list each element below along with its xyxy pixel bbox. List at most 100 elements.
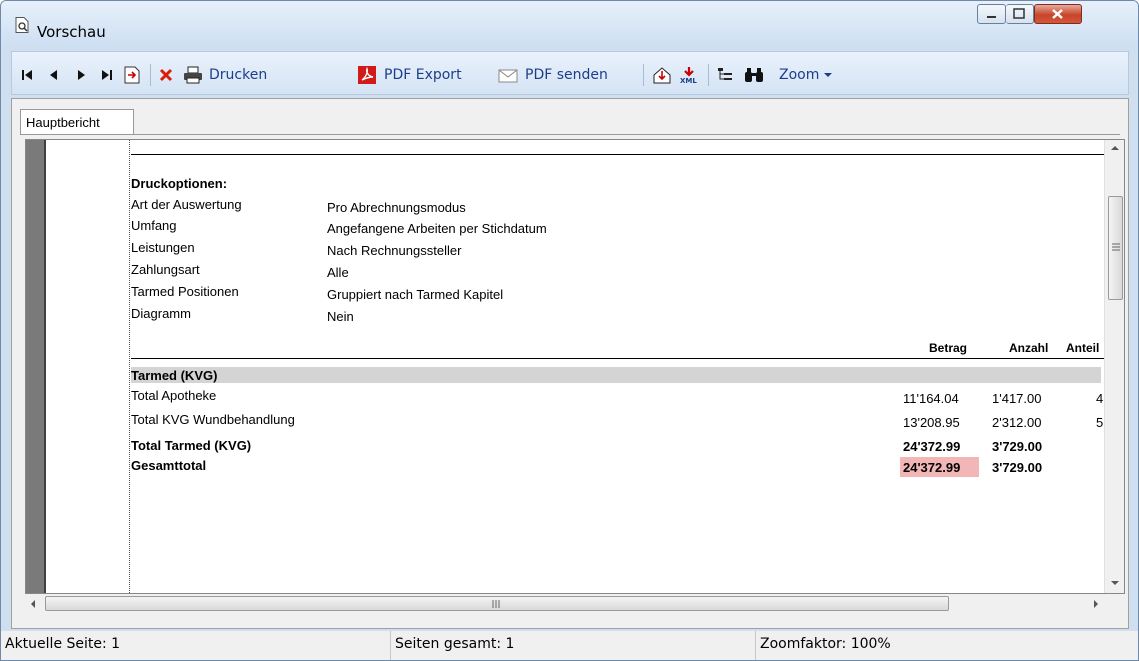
option-value: Pro Abrechnungsmodus xyxy=(327,200,466,215)
toolbar: Drucken PDF Export PDF senden XML Zoom xyxy=(11,51,1129,95)
scroll-left-icon xyxy=(31,600,35,608)
grandtotal-anzahl: 3'729.00 xyxy=(992,460,1043,475)
export-button[interactable] xyxy=(652,64,672,86)
svg-text:XML: XML xyxy=(680,77,697,84)
cancel-button[interactable] xyxy=(159,64,173,86)
grip-icon xyxy=(1112,243,1120,251)
go-to-page-icon xyxy=(124,66,140,84)
tree-icon xyxy=(718,68,732,80)
last-page-icon xyxy=(102,70,112,80)
option-value: Gruppiert nach Tarmed Kapitel xyxy=(327,287,504,302)
maximize-button[interactable] xyxy=(1006,4,1034,24)
tab-label: Hauptbericht xyxy=(26,115,100,130)
first-page-icon xyxy=(22,70,32,80)
row-anzahl: 1'417.00 xyxy=(992,391,1042,406)
row-betrag: 11'164.04 xyxy=(903,391,959,406)
pdf-icon xyxy=(358,66,376,84)
minimize-icon xyxy=(987,16,996,18)
option-label: Tarmed Positionen xyxy=(131,284,239,299)
report-page: Druckoptionen: Art der Auswertung Pro Ab… xyxy=(46,140,1104,593)
row-anzahl: 2'312.00 xyxy=(992,415,1042,430)
status-bar: Aktuelle Seite: 1 Seiten gesamt: 1 Zoomf… xyxy=(1,631,1138,660)
binoculars-icon xyxy=(745,68,763,82)
vertical-scroll-thumb[interactable] xyxy=(1108,196,1123,300)
toolbar-separator xyxy=(643,64,644,86)
horizontal-scroll-thumb[interactable] xyxy=(45,596,949,611)
subtotal-label: Total Tarmed (KVG) xyxy=(131,438,252,453)
pdf-send-label: PDF senden xyxy=(525,67,608,83)
row-label: Total KVG Wundbehandlung xyxy=(131,412,295,427)
tab-hauptbericht[interactable]: Hauptbericht xyxy=(20,109,134,135)
status-total-pages: Seiten gesamt: 1 xyxy=(391,631,756,660)
row-anteil: 5 xyxy=(1096,415,1104,430)
margin-guide xyxy=(129,140,130,593)
go-to-page-button[interactable] xyxy=(124,64,140,86)
next-page-icon xyxy=(78,70,85,80)
page-gutter xyxy=(26,140,46,593)
close-icon xyxy=(1052,9,1063,19)
zoom-label: Zoom xyxy=(779,67,820,83)
options-title: Druckoptionen: xyxy=(131,176,228,191)
group-header-band xyxy=(131,367,1101,383)
vertical-scrollbar[interactable] xyxy=(1104,140,1124,593)
pdf-export-label: PDF Export xyxy=(384,67,462,83)
report-content-area: Hauptbericht Druckoptionen: Art der Ausw… xyxy=(11,98,1129,629)
grip-icon xyxy=(492,600,500,608)
option-value: Nein xyxy=(327,309,354,324)
option-label: Art der Auswertung xyxy=(131,197,242,212)
toolbar-separator xyxy=(150,64,151,86)
pdf-export-button[interactable]: PDF Export xyxy=(358,64,462,86)
window-title: Vorschau xyxy=(37,23,106,41)
maximize-icon xyxy=(1013,8,1025,19)
print-button[interactable]: Drucken xyxy=(183,64,267,86)
search-button[interactable] xyxy=(744,64,764,86)
subtotal-anzahl: 3'729.00 xyxy=(992,439,1043,454)
previous-page-icon xyxy=(50,70,57,80)
delete-icon xyxy=(159,68,173,82)
subtotal-betrag: 24'372.99 xyxy=(903,439,961,454)
previous-page-button[interactable] xyxy=(47,64,61,86)
next-page-button[interactable] xyxy=(74,64,88,86)
preview-document-icon xyxy=(15,17,29,33)
table-header-rule xyxy=(131,358,1104,359)
horizontal-scrollbar[interactable] xyxy=(25,594,1123,613)
toolbar-separator xyxy=(708,64,709,86)
pdf-send-button[interactable]: PDF senden xyxy=(498,64,608,86)
xml-icon: XML xyxy=(680,67,697,84)
scroll-down-icon xyxy=(1111,581,1119,585)
scroll-up-icon xyxy=(1111,146,1119,150)
last-page-button[interactable] xyxy=(100,64,114,86)
report-viewer[interactable]: Druckoptionen: Art der Auswertung Pro Ab… xyxy=(25,139,1125,594)
option-value: Nach Rechnungssteller xyxy=(327,243,462,258)
option-value: Angefangene Arbeiten per Stichdatum xyxy=(327,221,547,236)
option-label: Zahlungsart xyxy=(131,262,200,277)
xml-export-button[interactable]: XML xyxy=(679,64,699,86)
column-header-anzahl: Anzahl xyxy=(1009,341,1049,355)
header-rule xyxy=(131,154,1104,155)
row-betrag: 13'208.95 xyxy=(903,415,960,430)
column-header-anteil: Anteil xyxy=(1066,341,1100,355)
print-button-label: Drucken xyxy=(209,67,268,83)
export-icon xyxy=(653,67,671,84)
option-value: Alle xyxy=(327,265,349,280)
zoom-dropdown[interactable]: Zoom xyxy=(779,64,833,86)
envelope-icon xyxy=(498,69,518,83)
close-window-button[interactable] xyxy=(1034,4,1082,24)
status-zoom: Zoomfaktor: 100% xyxy=(760,636,891,652)
scroll-right-icon xyxy=(1094,600,1098,608)
option-label: Diagramm xyxy=(131,306,191,321)
grandtotal-betrag: 24'372.99 xyxy=(903,460,961,475)
first-page-button[interactable] xyxy=(20,64,34,86)
status-current-page: Aktuelle Seite: 1 xyxy=(1,631,391,660)
option-label: Leistungen xyxy=(131,240,195,255)
grandtotal-label: Gesamttotal xyxy=(131,458,207,473)
chevron-down-icon xyxy=(824,73,833,77)
row-label: Total Apotheke xyxy=(131,388,217,403)
printer-icon xyxy=(184,66,202,84)
option-label: Umfang xyxy=(131,218,177,233)
group-tree-button[interactable] xyxy=(717,64,735,86)
minimize-button[interactable] xyxy=(977,4,1006,24)
tab-strip-line xyxy=(20,134,1120,135)
column-header-betrag: Betrag xyxy=(929,341,968,355)
title-bar: Vorschau xyxy=(1,1,1138,47)
